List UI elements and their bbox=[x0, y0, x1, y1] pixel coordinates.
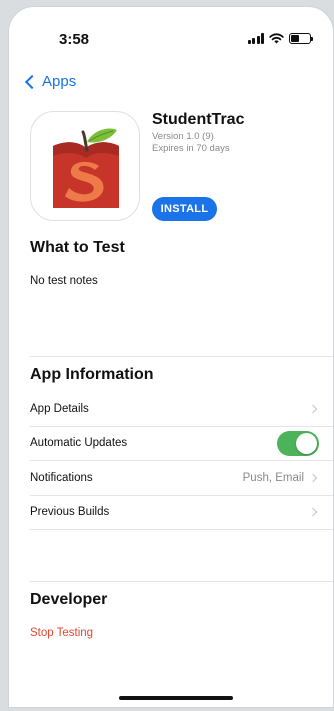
divider bbox=[30, 581, 333, 582]
status-bar: 3:58 bbox=[9, 7, 333, 63]
back-label: Apps bbox=[42, 73, 77, 90]
divider bbox=[30, 356, 333, 357]
phone-screen: 3:58 Apps StudentTrac Version 1.0 (9) Ex… bbox=[8, 6, 334, 708]
divider bbox=[30, 529, 333, 530]
what-to-test-heading: What to Test bbox=[30, 239, 125, 256]
chevron-right-icon bbox=[308, 404, 318, 414]
row-label: Automatic Updates bbox=[30, 437, 128, 449]
status-icons bbox=[247, 33, 313, 44]
studenttrac-apple-icon bbox=[53, 128, 119, 208]
wifi-icon bbox=[269, 33, 284, 44]
automatic-updates-toggle[interactable] bbox=[277, 430, 319, 456]
test-notes: No test notes bbox=[30, 275, 98, 287]
chevron-right-icon bbox=[308, 473, 318, 483]
status-time: 3:58 bbox=[59, 31, 90, 48]
developer-heading: Developer bbox=[30, 591, 108, 608]
row-label: Previous Builds bbox=[30, 506, 110, 518]
cellular-signal-icon bbox=[247, 33, 264, 44]
app-details-row[interactable]: App Details bbox=[30, 392, 333, 426]
app-name: StudentTrac bbox=[152, 111, 245, 128]
notifications-row[interactable]: Notifications Push, Email bbox=[30, 461, 333, 495]
install-button[interactable]: INSTALL bbox=[152, 197, 217, 221]
app-information-heading: App Information bbox=[30, 366, 154, 383]
chevron-left-icon bbox=[24, 74, 40, 89]
previous-builds-row[interactable]: Previous Builds bbox=[30, 495, 333, 529]
battery-icon bbox=[289, 33, 313, 44]
notifications-value: Push, Email bbox=[242, 472, 304, 484]
chevron-right-icon bbox=[308, 507, 318, 517]
row-label: App Details bbox=[30, 403, 89, 415]
automatic-updates-row: Automatic Updates bbox=[30, 426, 333, 460]
back-button[interactable]: Apps bbox=[23, 73, 76, 90]
stop-testing-button[interactable]: Stop Testing bbox=[30, 627, 93, 639]
row-label: Notifications bbox=[30, 472, 93, 484]
app-expiry: Expires in 70 days bbox=[152, 143, 230, 154]
app-version: Version 1.0 (9) bbox=[152, 131, 214, 142]
app-icon bbox=[30, 111, 140, 221]
home-indicator[interactable] bbox=[119, 696, 233, 700]
toggle-knob bbox=[296, 432, 317, 454]
